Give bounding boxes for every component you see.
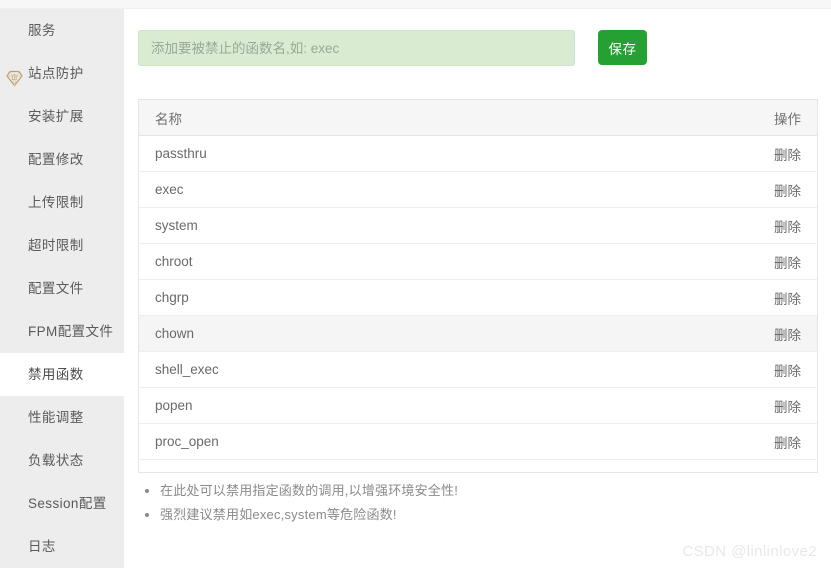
cell-action: 删除 [707,315,817,352]
sidebar-item-1[interactable]: 企 站点防护 [0,52,124,95]
column-header-action: 操作 [707,99,817,136]
sidebar-item-label: 性能调整 [28,410,84,425]
shield-diamond-icon: 企 [4,63,25,88]
sidebar-item-4[interactable]: 上传限制 [0,181,124,224]
table-row[interactable]: ini_alter 删除 [139,459,817,473]
cell-function-name: passthru [139,135,707,172]
cell-action: 删除 [707,351,817,388]
sidebar-item-7[interactable]: FPM配置文件 [0,310,124,353]
table-row[interactable]: passthru 删除 [139,135,817,172]
sidebar-item-label: 安装扩展 [28,109,84,124]
cell-function-name: chgrp [139,279,707,316]
sidebar-item-label: 站点防护 [28,66,84,81]
table-row[interactable]: shell_exec 删除 [139,351,817,388]
sidebar-item-5[interactable]: 超时限制 [0,224,124,267]
cell-action: 删除 [707,171,817,208]
sidebar-item-label: 禁用函数 [28,367,84,382]
table-header-row: 名称 操作 [139,99,817,136]
sidebar-item-label: 日志 [28,539,56,554]
sidebar-item-label: 配置文件 [28,281,84,296]
table-row[interactable]: system 删除 [139,207,817,244]
cell-action: 删除 [707,279,817,316]
table-row[interactable]: chgrp 删除 [139,279,817,316]
disabled-functions-table-wrapper: 名称 操作 passthru 删除 exec 删除 system 删除 chroot 删除 ch… [138,99,818,473]
delete-link[interactable]: 删除 [774,256,801,271]
sidebar-item-2[interactable]: 安装扩展 [0,95,124,138]
save-button[interactable]: 保存 [598,30,647,65]
sidebar-item-label: FPM配置文件 [28,324,114,339]
delete-link[interactable]: 删除 [774,184,801,199]
sidebar-item-9[interactable]: 性能调整 [0,396,124,439]
table-body: passthru 删除 exec 删除 system 删除 chroot 删除 chgrp 删除 c… [139,135,817,473]
delete-link[interactable]: 删除 [774,400,801,415]
sidebar-item-label: 上传限制 [28,195,84,210]
sidebar-item-8[interactable]: 禁用函数 [0,353,124,396]
cell-function-name: exec [139,171,707,208]
cell-action: 删除 [707,459,817,473]
sidebar-item-11[interactable]: Session配置 [0,482,124,525]
cell-action: 删除 [707,135,817,172]
delete-link[interactable]: 删除 [774,328,801,343]
help-notes: 在此处可以禁用指定函数的调用,以增强环境安全性! 强烈建议禁用如exec,syst… [138,479,760,527]
delete-link[interactable]: 删除 [774,148,801,163]
sidebar-item-label: 超时限制 [28,238,84,253]
sidebar-item-label: 服务 [28,23,56,38]
sidebar-item-10[interactable]: 负载状态 [0,439,124,482]
sidebar-item-12[interactable]: 日志 [0,525,124,568]
table-row[interactable]: popen 删除 [139,387,817,424]
sidebar-item-label: Session配置 [28,496,107,511]
table-row[interactable]: chroot 删除 [139,243,817,280]
cell-function-name: proc_open [139,423,707,460]
cell-function-name: system [139,207,707,244]
note-item: 强烈建议禁用如exec,system等危险函数! [160,503,760,527]
table-head: 名称 操作 [139,99,817,136]
table-row[interactable]: proc_open 删除 [139,423,817,460]
function-name-input[interactable] [138,30,575,66]
sidebar-item-label: 配置修改 [28,152,84,167]
cell-action: 删除 [707,423,817,460]
table-row[interactable]: chown 删除 [139,315,817,352]
sidebar-item-label: 负载状态 [28,453,84,468]
delete-link[interactable]: 删除 [774,472,801,473]
cell-action: 删除 [707,243,817,280]
cell-function-name: chown [139,315,707,352]
delete-link[interactable]: 删除 [774,220,801,235]
sidebar: 服务企 站点防护安装扩展配置修改上传限制超时限制配置文件 FPM配置文件 禁用函数性能… [0,9,124,568]
cell-action: 删除 [707,207,817,244]
delete-link[interactable]: 删除 [774,292,801,307]
cell-function-name: chroot [139,243,707,280]
watermark: CSDN @linlinlove2 [682,543,817,560]
disabled-functions-table: 名称 操作 passthru 删除 exec 删除 system 删除 chroot 删除 ch… [139,99,817,473]
delete-link[interactable]: 删除 [774,436,801,451]
cell-function-name: ini_alter [139,459,707,472]
main-content: 保存 名称 操作 passthru 删除 exec 删除 system 删除 chroot 删… [124,9,831,568]
cell-function-name: shell_exec [139,351,707,388]
sidebar-item-0[interactable]: 服务 [0,9,124,52]
delete-link[interactable]: 删除 [774,364,801,379]
sidebar-item-6[interactable]: 配置文件 [0,267,124,310]
note-item: 在此处可以禁用指定函数的调用,以增强环境安全性! [160,479,760,503]
note-text: 在此处可以禁用指定函数的调用,以增强环境安全性! [160,483,459,498]
svg-text:企: 企 [11,72,18,81]
window-top-strip [0,0,831,9]
table-row[interactable]: exec 删除 [139,171,817,208]
column-header-name: 名称 [139,99,707,136]
cell-function-name: popen [139,387,707,424]
add-function-form: 保存 [138,30,818,66]
note-text: 强烈建议禁用如exec,system等危险函数! [160,507,397,522]
sidebar-item-3[interactable]: 配置修改 [0,138,124,181]
cell-action: 删除 [707,387,817,424]
